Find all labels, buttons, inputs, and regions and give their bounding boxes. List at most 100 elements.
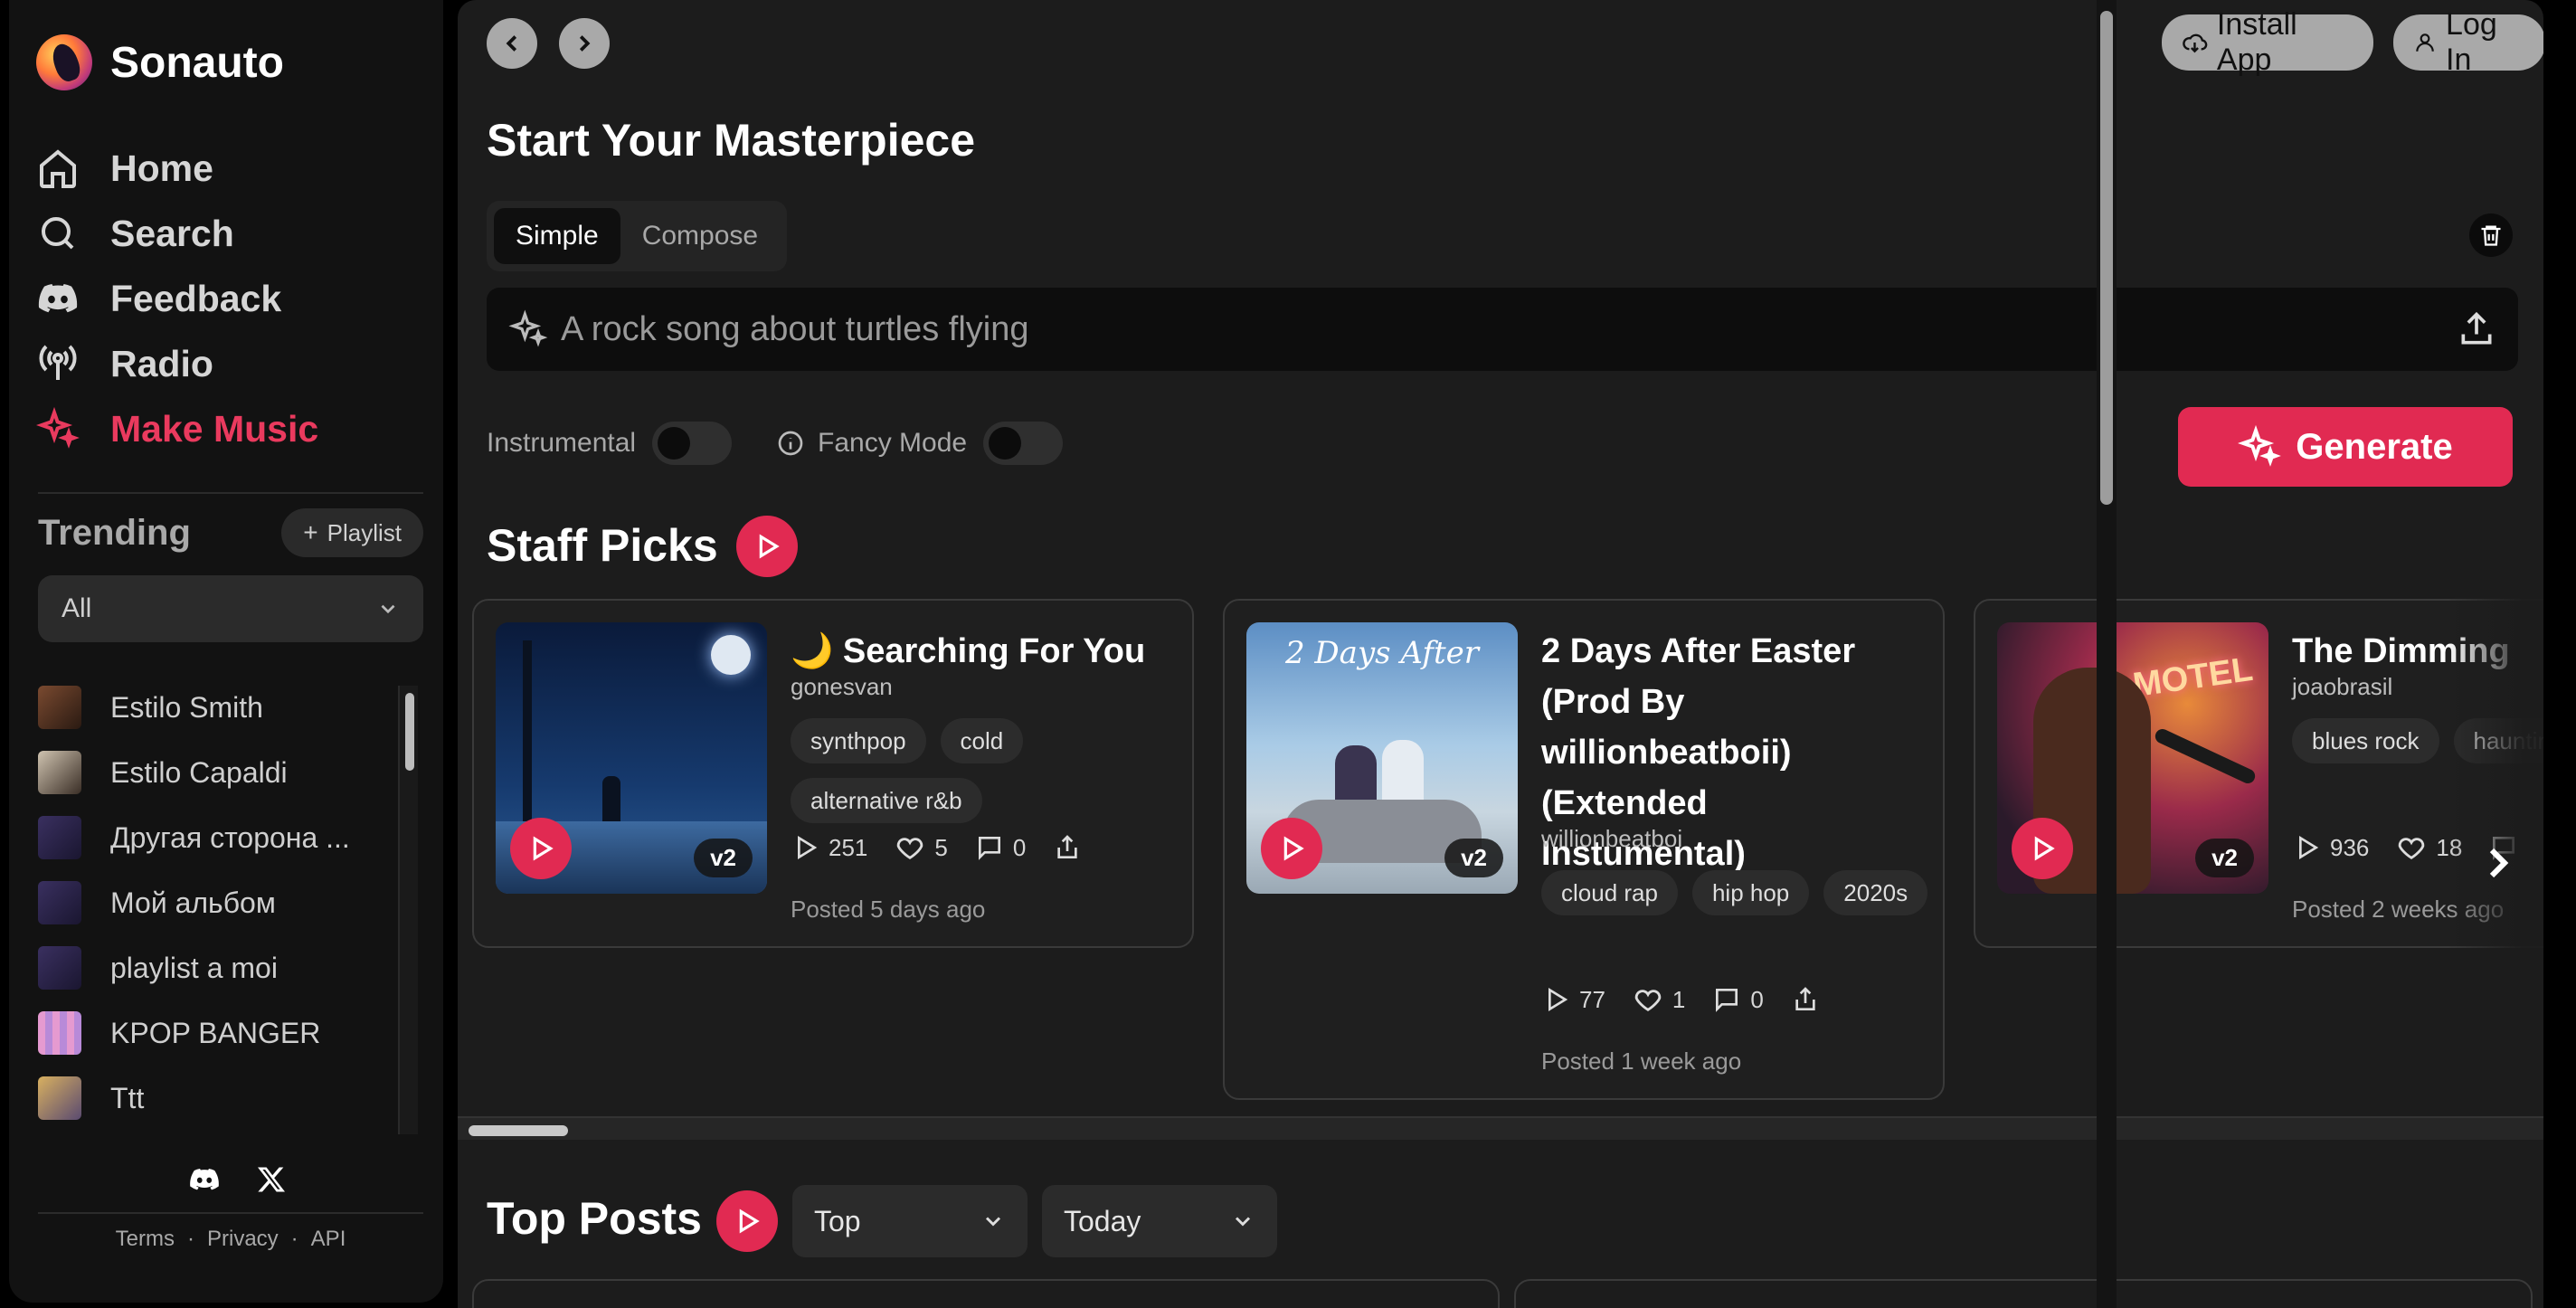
comment-button[interactable]: 0 — [975, 833, 1026, 862]
play-song-button[interactable] — [1261, 818, 1322, 879]
playlist-item[interactable]: playlist a moi — [38, 935, 398, 1000]
share-icon — [1795, 987, 1815, 1010]
nav-label: Search — [110, 212, 234, 254]
playlist-item[interactable]: Estilo Capaldi — [38, 740, 398, 805]
song-cover[interactable]: 2 Days After v2 — [1246, 622, 1518, 894]
playlist-thumb — [38, 816, 81, 859]
song-author[interactable]: willionbeatboi — [1541, 825, 1682, 853]
playlist-item[interactable]: Мой альбом — [38, 870, 398, 935]
playlist-title: Ttt — [110, 1081, 145, 1114]
separator: · — [186, 1227, 194, 1251]
separator: · — [290, 1227, 298, 1251]
genre-tag[interactable]: synthpop — [791, 718, 926, 763]
sort-select[interactable]: Top — [792, 1185, 1028, 1257]
play-count: 936 — [2292, 833, 2369, 862]
log-in-button[interactable]: Log In — [2393, 7, 2543, 77]
instrumental-toggle[interactable] — [652, 422, 733, 465]
prompt-input[interactable] — [561, 309, 2457, 349]
playlist-item[interactable]: Ttt — [38, 1066, 398, 1131]
add-playlist-button[interactable]: + Playlist — [281, 508, 423, 557]
tab-compose[interactable]: Compose — [620, 208, 780, 264]
playlist-thumb — [38, 1011, 81, 1055]
trending-filter-select[interactable]: All — [38, 575, 423, 642]
comment-button[interactable]: 0 — [1712, 985, 1764, 1014]
play-icon — [2034, 836, 2055, 861]
nav-search[interactable]: Search — [36, 201, 318, 266]
fancy-mode-toggle[interactable] — [983, 422, 1064, 465]
play-icon — [759, 534, 780, 559]
top-posts-title: Top Posts — [487, 1193, 702, 1244]
playlist-scrollbar[interactable] — [398, 686, 418, 1134]
genre-tag[interactable]: 2020s — [1823, 870, 1928, 915]
chevron-down-icon — [985, 1217, 1001, 1227]
playlist-item[interactable]: Другая сторона ... — [38, 805, 398, 870]
install-app-button[interactable]: Install App — [2162, 7, 2373, 77]
upload-icon[interactable] — [2457, 309, 2496, 349]
genre-tag[interactable]: cloud rap — [1541, 870, 1678, 915]
x-icon[interactable] — [251, 1163, 291, 1196]
fancy-mode-option: Fancy Mode — [776, 422, 1064, 465]
carousel-scrollbar[interactable] — [458, 1116, 2543, 1140]
scrollbar-thumb[interactable] — [2100, 11, 2113, 505]
cloud-download-icon — [2183, 33, 2208, 53]
chevron-right-icon[interactable] — [2473, 838, 2524, 888]
discord-icon[interactable] — [185, 1163, 224, 1196]
genre-tag[interactable]: blues rock — [2292, 718, 2439, 763]
nav-feedback[interactable]: Feedback — [36, 266, 318, 331]
song-card[interactable]: v2 🌙 Searching For You gonesvan synthpop… — [472, 599, 1194, 948]
song-stats: 77 1 0 — [1541, 984, 1856, 1015]
playlist-thumb — [38, 946, 81, 990]
song-cover[interactable]: MOTEL v2 — [1997, 622, 2268, 894]
generate-button[interactable]: Generate — [2178, 407, 2513, 487]
play-staff-picks-button[interactable] — [736, 516, 798, 577]
back-button[interactable] — [487, 18, 537, 69]
nav-home[interactable]: Home — [36, 136, 318, 201]
scrollbar-thumb[interactable] — [469, 1125, 568, 1136]
page-scrollbar[interactable] — [2097, 0, 2117, 1308]
play-top-posts-button[interactable] — [716, 1190, 778, 1252]
nav-label: Home — [110, 147, 213, 189]
share-icon — [1057, 835, 1077, 858]
nav-radio[interactable]: Radio — [36, 331, 318, 396]
share-button[interactable] — [1053, 833, 1091, 862]
social-links — [185, 1163, 291, 1196]
clear-button[interactable] — [2469, 213, 2513, 257]
forward-button[interactable] — [559, 18, 610, 69]
sparkle-icon — [508, 309, 548, 347]
playlist-title: KPOP BANGER — [110, 1016, 321, 1049]
song-author[interactable]: gonesvan — [791, 673, 893, 701]
playlist-title: Estilo Smith — [110, 690, 263, 724]
like-button[interactable]: 5 — [895, 832, 948, 863]
share-button[interactable] — [1791, 985, 1829, 1014]
play-song-button[interactable] — [2012, 818, 2073, 879]
song-title[interactable]: 🌙 Searching For You — [791, 626, 1170, 677]
info-icon[interactable] — [776, 429, 805, 458]
time-range-select[interactable]: Today — [1042, 1185, 1277, 1257]
genre-tag[interactable]: alternative r&b — [791, 778, 982, 823]
post-card[interactable] — [1514, 1279, 2533, 1308]
sparkle-icon — [36, 407, 80, 449]
play-song-button[interactable] — [510, 818, 572, 879]
playlist-item[interactable]: KPOP BANGER — [38, 1000, 398, 1066]
terms-link[interactable]: Terms — [116, 1227, 175, 1251]
api-link[interactable]: API — [311, 1227, 346, 1251]
tab-simple[interactable]: Simple — [494, 208, 620, 264]
scrollbar-thumb[interactable] — [405, 693, 414, 771]
genre-tag[interactable]: cold — [940, 718, 1024, 763]
genre-tag[interactable]: hip hop — [1691, 870, 1810, 915]
song-card[interactable]: 2 Days After v2 2 Days After Easter (Pro… — [1223, 599, 1945, 1100]
like-button[interactable]: 1 — [1633, 984, 1685, 1015]
composer-tabs: Simple Compose — [487, 201, 788, 271]
song-author[interactable]: joaobrasil — [2292, 673, 2392, 701]
post-card[interactable] — [472, 1279, 1500, 1308]
song-tags: synthpop cold alternative r&b — [791, 718, 1189, 823]
trash-icon — [2481, 225, 2501, 246]
plus-icon: + — [303, 518, 318, 546]
privacy-link[interactable]: Privacy — [207, 1227, 279, 1251]
brand[interactable]: Sonauto — [36, 34, 284, 90]
chevron-down-icon — [381, 604, 395, 614]
nav-make-music[interactable]: Make Music — [36, 396, 318, 461]
song-cover[interactable]: v2 — [496, 622, 767, 894]
playlist-item[interactable]: Estilo Smith — [38, 675, 398, 740]
instrumental-option: Instrumental — [487, 422, 733, 465]
